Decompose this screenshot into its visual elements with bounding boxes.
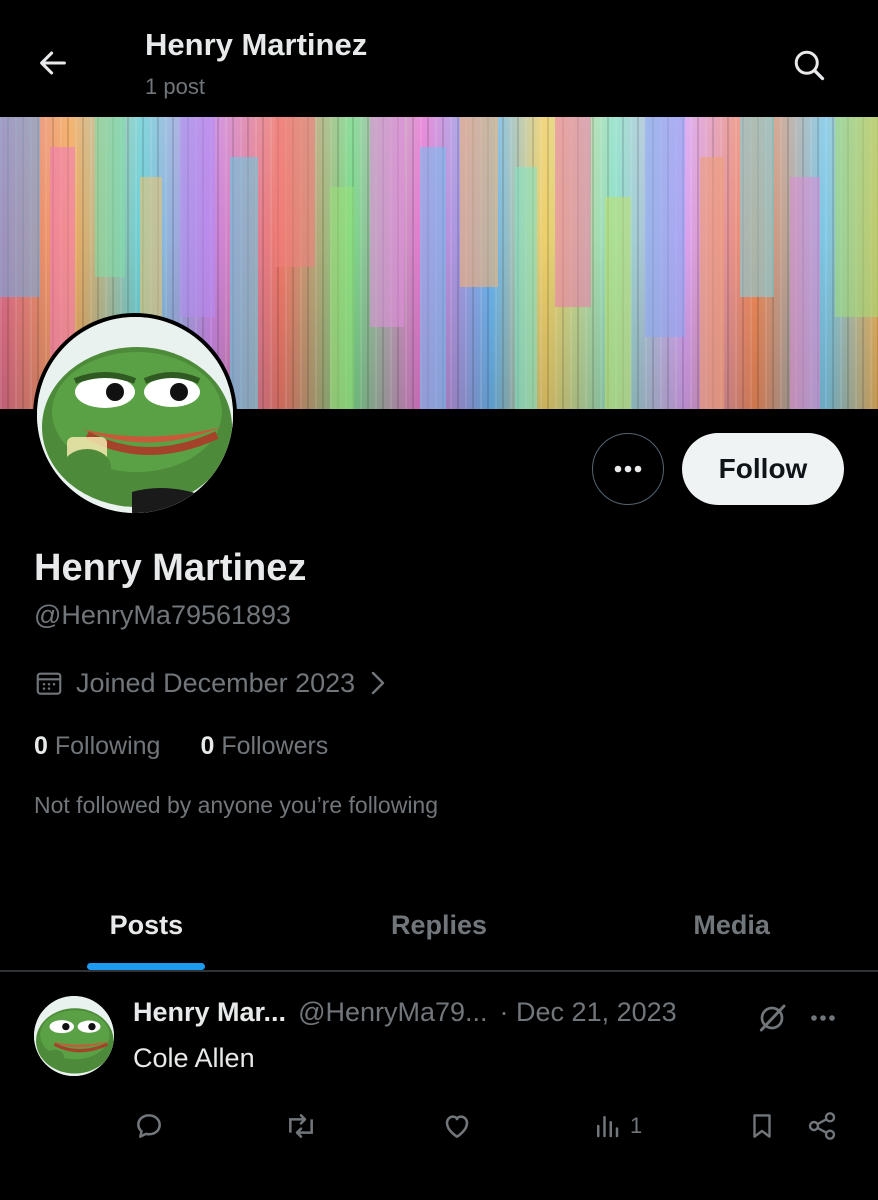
bookmark-button[interactable]	[747, 1106, 777, 1146]
following-label: Following	[54, 732, 161, 760]
heart-icon	[445, 1115, 469, 1138]
post-author-name[interactable]: Henry Mar...	[133, 997, 286, 1028]
views-count: 1	[630, 1113, 643, 1138]
not-followed-notice: Not followed by anyone you’re following	[34, 792, 439, 818]
tab-media[interactable]: Media	[585, 880, 878, 970]
repost-button[interactable]	[283, 1106, 319, 1146]
joined-date-row[interactable]: Joined December 2023	[34, 664, 389, 702]
post-avatar[interactable]	[34, 996, 114, 1076]
follow-button[interactable]: Follow	[682, 433, 844, 505]
back-button[interactable]	[30, 40, 76, 86]
calendar-icon	[36, 672, 62, 695]
grok-button[interactable]	[754, 1000, 790, 1036]
post-text: Cole Allen	[133, 1043, 255, 1073]
reply-icon	[137, 1114, 161, 1138]
views-button[interactable]: 1	[592, 1106, 642, 1146]
more-horizontal-icon	[614, 465, 642, 473]
follow-stats: 0 Following 0 Followers	[34, 732, 328, 761]
followers-count: 0	[200, 732, 215, 760]
profile-handle: @HenryMa79561893	[34, 600, 292, 630]
followers-stat[interactable]: 0 Followers	[200, 732, 328, 761]
post-author-handle[interactable]: @HenryMa79...	[298, 997, 487, 1028]
post-more-button[interactable]	[803, 1000, 843, 1036]
arrow-left-icon	[40, 51, 66, 75]
post-header: Henry Mar... @HenryMa79... · Dec 21, 202…	[133, 997, 677, 1028]
share-button[interactable]	[806, 1106, 838, 1146]
frog-avatar-image	[34, 996, 114, 1076]
frog-avatar-image	[37, 317, 233, 513]
repost-icon	[289, 1114, 313, 1138]
profile-avatar[interactable]	[33, 313, 237, 517]
search-icon	[794, 50, 825, 81]
tab-posts[interactable]: Posts	[0, 880, 293, 970]
profile-name: Henry Martinez	[34, 547, 307, 589]
profile-tabs: Posts Replies Media	[0, 880, 878, 970]
reply-button[interactable]	[133, 1106, 165, 1146]
grok-icon	[759, 1004, 786, 1032]
header-post-count: 1 post	[145, 74, 205, 99]
tabs-divider	[0, 970, 878, 972]
following-stat[interactable]: 0 Following	[34, 732, 160, 761]
joined-text: Joined December 2023	[76, 667, 356, 698]
share-icon	[808, 1112, 836, 1140]
header-title: Henry Martinez	[145, 27, 368, 62]
views-chart-icon	[597, 1116, 619, 1138]
followers-label: Followers	[221, 732, 329, 760]
more-horizontal-icon	[811, 1015, 835, 1021]
more-options-button[interactable]	[592, 433, 664, 505]
chevron-right-icon	[371, 671, 385, 695]
search-button[interactable]	[786, 42, 832, 88]
like-button[interactable]	[441, 1106, 473, 1146]
bookmark-icon	[753, 1114, 771, 1138]
tab-replies[interactable]: Replies	[293, 880, 586, 970]
following-count: 0	[34, 732, 48, 760]
post-date[interactable]: · Dec 21, 2023	[500, 997, 677, 1028]
